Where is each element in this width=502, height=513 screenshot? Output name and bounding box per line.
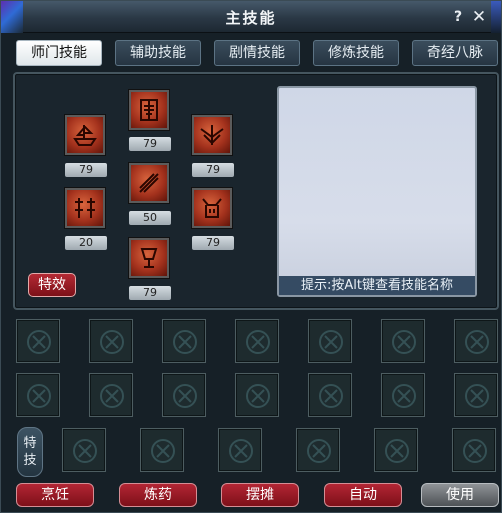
stall-button[interactable]: 摆摊	[221, 483, 299, 507]
skill-slot[interactable]	[89, 319, 133, 363]
special-skill-slot[interactable]	[374, 428, 418, 472]
skill-slot[interactable]	[235, 373, 279, 417]
title-decoration-right	[491, 1, 501, 33]
skill-slot[interactable]	[16, 319, 60, 363]
skill-description-box	[277, 86, 477, 297]
close-button[interactable]: ✕	[471, 8, 487, 26]
skill-level: 79	[192, 163, 234, 177]
skill-slot[interactable]	[308, 373, 352, 417]
twin-pillars-icon[interactable]	[65, 188, 105, 228]
skill-slot[interactable]	[89, 373, 133, 417]
cook-button[interactable]: 烹饪	[16, 483, 94, 507]
tab-school-skills[interactable]: 师门技能	[16, 40, 102, 66]
skill-level: 79	[192, 236, 234, 250]
use-button[interactable]: 使用	[421, 483, 499, 507]
skill-level: 20	[65, 236, 107, 250]
skill-level: 50	[129, 211, 171, 225]
winged-emblem-icon[interactable]	[192, 115, 232, 155]
window-title: 主技能	[225, 9, 277, 27]
special-skills-text: 特技	[23, 436, 37, 468]
skill-slot[interactable]	[381, 319, 425, 363]
potion-button[interactable]: 炼药	[119, 483, 197, 507]
skill-slot[interactable]	[162, 373, 206, 417]
skill-level: 79	[129, 286, 171, 300]
war-ship-icon[interactable]	[65, 115, 105, 155]
effects-button[interactable]: 特效	[28, 273, 76, 297]
special-skill-slot[interactable]	[62, 428, 106, 472]
special-skills-label: 特技	[17, 427, 43, 477]
skill-slot[interactable]	[454, 319, 498, 363]
special-skill-slot[interactable]	[140, 428, 184, 472]
demon-face-icon[interactable]	[192, 188, 232, 228]
tab-cultivation-skills[interactable]: 修炼技能	[313, 40, 399, 66]
tab-assist-skills[interactable]: 辅助技能	[115, 40, 201, 66]
auto-button[interactable]: 自动	[324, 483, 402, 507]
special-skill-slot[interactable]	[218, 428, 262, 472]
skill-level: 79	[65, 163, 107, 177]
help-button[interactable]: ?	[450, 8, 466, 26]
skill-slot[interactable]	[162, 319, 206, 363]
title-bar[interactable]: 主技能 ? ✕	[1, 1, 501, 33]
skill-slot[interactable]	[235, 319, 279, 363]
skill-slot[interactable]	[308, 319, 352, 363]
skill-level: 79	[129, 137, 171, 151]
tab-meridian-skills[interactable]: 奇经八脉	[412, 40, 498, 66]
slash-blade-icon[interactable]	[129, 163, 169, 203]
special-skill-slot[interactable]	[296, 428, 340, 472]
ornate-mask-icon[interactable]	[129, 90, 169, 130]
skill-window: 主技能 ? ✕ 师门技能 辅助技能 剧情技能 修炼技能 奇经八脉 79 79 7…	[0, 0, 502, 513]
skill-slot[interactable]	[16, 373, 60, 417]
skill-slot[interactable]	[381, 373, 425, 417]
alt-hint-text: 提示:按Alt键查看技能名称	[279, 276, 475, 295]
special-skill-slot[interactable]	[452, 428, 496, 472]
skill-slot[interactable]	[454, 373, 498, 417]
tab-story-skills[interactable]: 剧情技能	[214, 40, 300, 66]
chalice-icon[interactable]	[129, 238, 169, 278]
